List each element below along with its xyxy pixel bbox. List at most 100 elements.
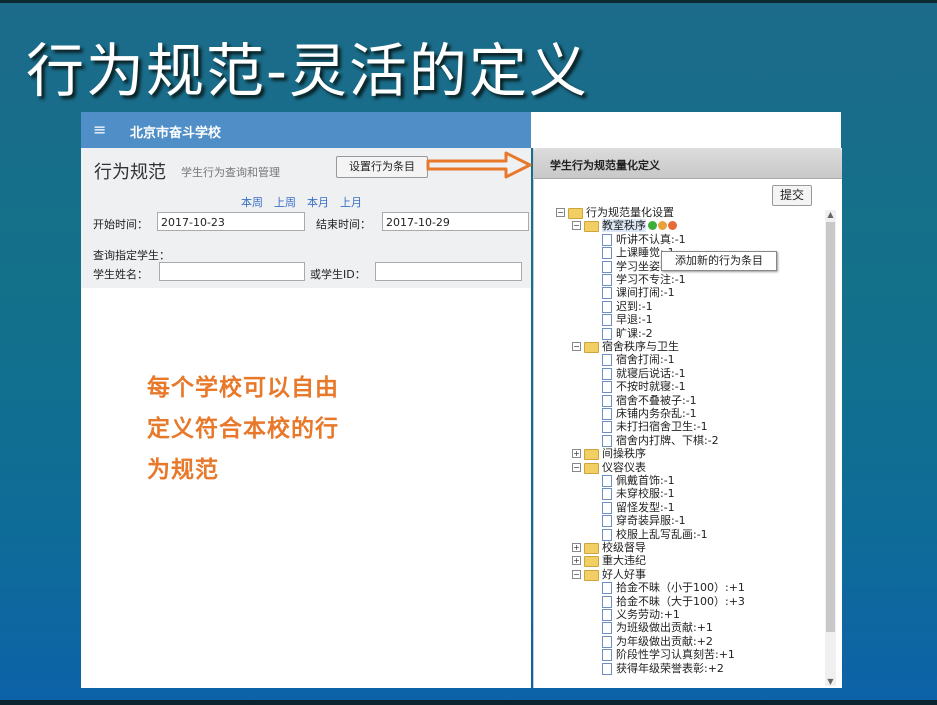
expand-toggle-icon[interactable]: − (572, 570, 581, 579)
node-actions (648, 220, 678, 233)
scrollbar-thumb[interactable] (826, 222, 835, 632)
school-name: 北京市奋斗学校 (130, 126, 222, 141)
expand-toggle-icon[interactable]: − (572, 221, 581, 230)
tree-leaf-item[interactable]: 为年级做出贡献:+2 (602, 635, 713, 648)
promo-line: 定义符合本校的行 (147, 416, 339, 442)
link-last-month[interactable]: 上月 (340, 196, 362, 209)
scroll-down-icon[interactable]: ▼ (825, 677, 836, 686)
tree-item-label: 校服上乱写乱画:-1 (616, 528, 708, 541)
expand-toggle-icon[interactable]: + (572, 449, 581, 458)
tree-leaf-item[interactable]: 旷课:-2 (602, 327, 653, 340)
slide-title: 行为规范-灵活的定义 (26, 37, 589, 105)
tree-leaf-item[interactable]: 留怪发型:-1 (602, 501, 675, 514)
tree-item-label: 行为规范量化设置 (586, 206, 674, 219)
tree-leaf-item[interactable]: 校服上乱写乱画:-1 (602, 528, 708, 541)
submit-button[interactable]: 提交 (772, 185, 812, 206)
link-last-week[interactable]: 上周 (274, 196, 296, 209)
document-icon (602, 609, 612, 621)
tree-leaf-item[interactable]: 就寝后说话:-1 (602, 367, 686, 380)
tree-item-label: 床铺内务杂乱:-1 (616, 407, 697, 420)
add-icon[interactable] (648, 220, 657, 230)
tree-folder-item[interactable]: 校级督导 (584, 541, 646, 554)
expand-toggle-icon[interactable]: − (572, 342, 581, 351)
tree-leaf-item[interactable]: 未穿校服:-1 (602, 487, 675, 500)
tree-item-label: 间操秩序 (602, 447, 646, 460)
tree-leaf-item[interactable]: 听讲不认真:-1 (602, 233, 686, 246)
student-id-input[interactable] (375, 262, 522, 281)
quick-date-links: 本周 上周 本月 上月 (241, 194, 373, 210)
folder-icon (584, 555, 599, 567)
tree-leaf-item[interactable]: 拾金不昧（小于100）:+1 (602, 581, 745, 594)
menu-icon[interactable]: ≡ (93, 120, 106, 139)
student-name-input[interactable] (159, 262, 305, 281)
tree-leaf-item[interactable]: 阶段性学习认真刻苦:+1 (602, 648, 735, 661)
behavior-definition-panel: 学生行为规范量化定义 提交 − 行为规范量化设置 − 教室秩序 听讲不认真:-1 上课睡觉… (533, 148, 842, 688)
start-time-label: 开始时间： (93, 218, 148, 231)
document-icon (602, 515, 612, 527)
document-icon (602, 261, 612, 273)
expand-toggle-icon[interactable]: + (572, 543, 581, 552)
tree-leaf-item[interactable]: 义务劳动:+1 (602, 608, 680, 621)
link-this-month[interactable]: 本月 (307, 196, 329, 209)
document-icon (602, 421, 612, 433)
tree-leaf-item[interactable]: 为班级做出贡献:+1 (602, 621, 713, 634)
tree-leaf-item[interactable]: 获得年级荣誉表彰:+2 (602, 662, 724, 675)
document-icon (602, 596, 612, 608)
expand-toggle-icon[interactable]: + (572, 556, 581, 565)
tree-leaf-item[interactable]: 宿舍内打牌、下棋:-2 (602, 434, 719, 447)
tree-folder-item[interactable]: 教室秩序 (584, 219, 678, 232)
edit-icon[interactable] (658, 220, 667, 230)
tree-scrollbar[interactable]: ▲ ▼ (825, 210, 836, 686)
tree-leaf-item[interactable]: 迟到:-1 (602, 300, 653, 313)
tree-leaf-item[interactable]: 穿奇装异服:-1 (602, 514, 686, 527)
student-name-label: 学生姓名： (93, 268, 148, 281)
query-student-label: 查询指定学生： (93, 249, 170, 262)
slide-bottom-border (0, 700, 937, 705)
tree-item-label: 宿舍不叠被子:-1 (616, 394, 697, 407)
folder-icon (584, 448, 599, 460)
tree-leaf-item[interactable]: 课间打闹:-1 (602, 286, 675, 299)
set-behavior-items-button[interactable]: 设置行为条目 (336, 156, 428, 178)
link-this-week[interactable]: 本周 (241, 196, 263, 209)
tree-leaf-item[interactable]: 宿舍不叠被子:-1 (602, 394, 697, 407)
tree-item-label: 学习不专注:-1 (616, 273, 686, 286)
tree-folder-item[interactable]: 重大违纪 (584, 554, 646, 567)
document-icon (602, 649, 612, 661)
app-header: ≡ 北京市奋斗学校 (81, 112, 531, 148)
tree-leaf-item[interactable]: 佩戴首饰:-1 (602, 474, 675, 487)
tree-leaf-item[interactable]: 学习不专注:-1 (602, 273, 686, 286)
document-icon (602, 274, 612, 286)
expand-toggle-icon[interactable]: − (572, 463, 581, 472)
tree-leaf-item[interactable]: 早退:-1 (602, 313, 653, 326)
start-time-input[interactable]: 2017-10-23 (157, 212, 305, 231)
promo-line: 为规范 (147, 457, 219, 483)
tree-item-label: 义务劳动:+1 (616, 608, 680, 621)
tree-item-label: 好人好事 (602, 568, 646, 581)
document-icon (602, 663, 612, 675)
tree-leaf-item[interactable]: 床铺内务杂乱:-1 (602, 407, 697, 420)
tree-leaf-item[interactable]: 宿舍打闹:-1 (602, 353, 675, 366)
end-time-input[interactable]: 2017-10-29 (382, 212, 529, 231)
document-icon (602, 354, 612, 366)
page-title: 行为规范 (94, 162, 166, 183)
folder-icon (584, 462, 599, 474)
document-icon (602, 408, 612, 420)
promo-text: 每个学校可以自由 定义符合本校的行 为规范 (147, 368, 407, 491)
tree-item-label: 课间打闹:-1 (616, 286, 675, 299)
tree-folder-item[interactable]: 宿舍秩序与卫生 (584, 340, 679, 353)
tree-leaf-item[interactable]: 未打扫宿舍卫生:-1 (602, 420, 708, 433)
scroll-up-icon[interactable]: ▲ (825, 210, 836, 219)
delete-icon[interactable] (668, 220, 677, 230)
slide-top-border (0, 0, 937, 3)
tree-folder-item[interactable]: 仪容仪表 (584, 461, 646, 474)
expand-toggle-icon[interactable]: − (556, 208, 565, 217)
tree-leaf-item[interactable]: 不按时就寝:-1 (602, 380, 686, 393)
tree-folder-item[interactable]: 行为规范量化设置 (568, 206, 674, 219)
document-icon (602, 247, 612, 259)
folder-icon (584, 341, 599, 353)
panel-title: 学生行为规范量化定义 (550, 159, 660, 172)
tree-folder-item[interactable]: 间操秩序 (584, 447, 646, 460)
document-icon (602, 234, 612, 246)
tree-leaf-item[interactable]: 拾金不昧（大于100）:+3 (602, 595, 745, 608)
tree-folder-item[interactable]: 好人好事 (584, 568, 646, 581)
